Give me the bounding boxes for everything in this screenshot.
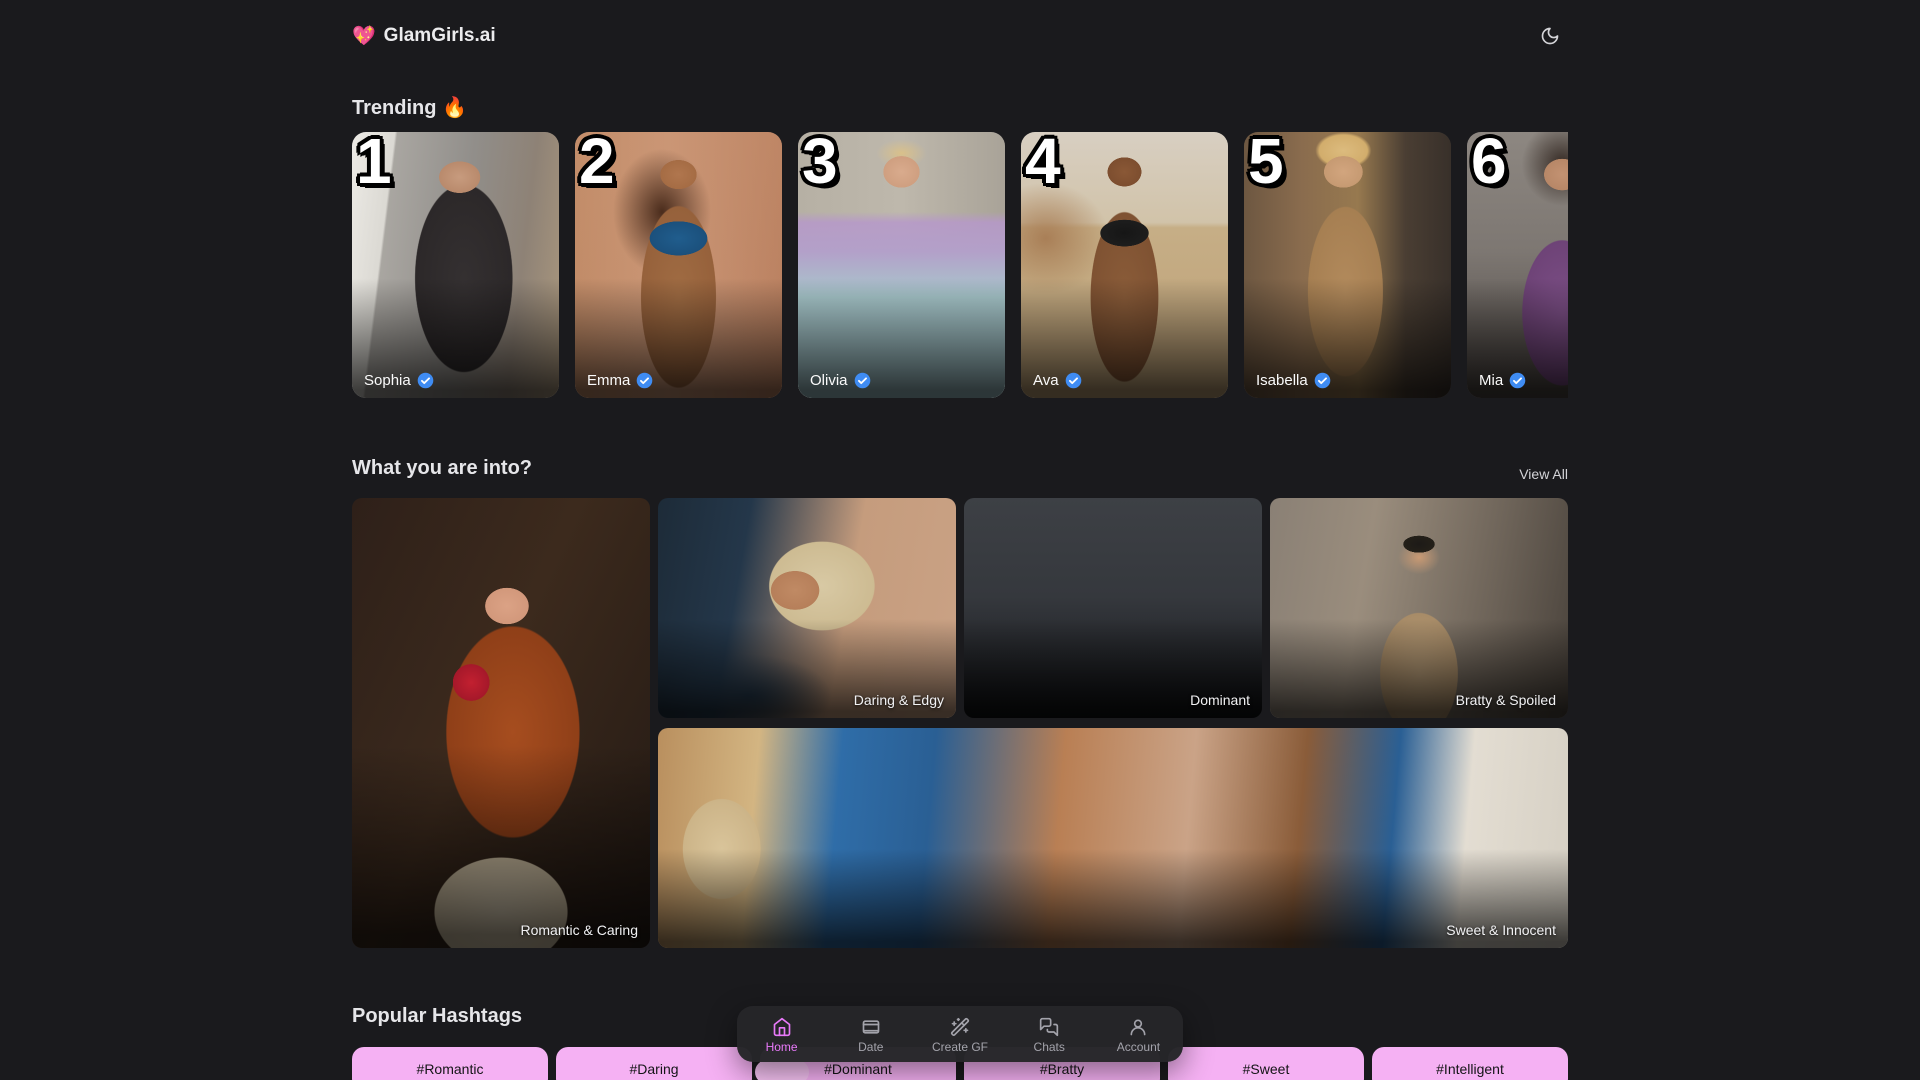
categories-grid: Romantic & Caring Daring & Edgy Dominant… — [352, 498, 1568, 948]
nav-label: Account — [1117, 1040, 1160, 1054]
category-label: Romantic & Caring — [521, 922, 639, 938]
verified-badge-icon — [636, 372, 653, 389]
model-name: Mia — [1479, 372, 1503, 389]
nav-chats[interactable]: Chats — [1005, 1006, 1094, 1062]
categories-heading: What you are into? — [352, 454, 532, 482]
chat-bubbles-icon — [1039, 1017, 1059, 1037]
category-card-bratty[interactable]: Bratty & Spoiled — [1270, 498, 1568, 718]
model-name: Emma — [587, 372, 630, 389]
model-name-row: Sophia — [364, 372, 434, 389]
model-name-row: Emma — [587, 372, 653, 389]
nav-account[interactable]: Account — [1094, 1006, 1183, 1062]
trending-card-emma[interactable]: 2 Emma — [575, 132, 782, 398]
nav-create-gf[interactable]: Create GF — [915, 1006, 1004, 1062]
category-label: Sweet & Innocent — [1446, 922, 1556, 938]
category-card-romantic[interactable]: Romantic & Caring — [352, 498, 650, 948]
trending-rank: 3 — [802, 132, 838, 196]
category-card-sweet[interactable]: Sweet & Innocent — [658, 728, 1568, 948]
trending-card-sophia[interactable]: 1 Sophia — [352, 132, 559, 398]
verified-badge-icon — [854, 372, 871, 389]
active-nav-indicator — [755, 1060, 809, 1080]
verified-badge-icon — [1065, 372, 1082, 389]
verified-badge-icon — [1509, 372, 1526, 389]
date-window-icon — [861, 1017, 881, 1037]
trending-card-olivia[interactable]: 3 Olivia — [798, 132, 1005, 398]
model-name-row: Ava — [1033, 372, 1082, 389]
categories-header: What you are into? View All — [352, 456, 1568, 482]
category-card-dominant[interactable]: Dominant — [964, 498, 1262, 718]
moon-icon — [1540, 26, 1560, 46]
wand-sparkles-icon — [950, 1017, 970, 1037]
trending-row: 1 Sophia 2 Emma 3 Olivia 4 — [352, 132, 1568, 398]
nav-label: Chats — [1034, 1040, 1065, 1054]
bottom-nav: Home Date Create GF Chats — [737, 1006, 1183, 1062]
trending-heading: Trending 🔥 — [352, 94, 1568, 122]
model-name-row: Isabella — [1256, 372, 1331, 389]
category-label: Daring & Edgy — [854, 692, 944, 708]
model-name: Olivia — [810, 372, 848, 389]
nav-label: Home — [766, 1040, 798, 1054]
category-label: Dominant — [1190, 692, 1250, 708]
trending-rank: 2 — [579, 132, 615, 196]
trending-card-ava[interactable]: 4 Ava — [1021, 132, 1228, 398]
hashtag-romantic[interactable]: #Romantic — [352, 1047, 548, 1080]
bottom-nav-wrapper: Home Date Create GF Chats — [737, 1006, 1183, 1062]
app-title: GlamGirls.ai — [384, 25, 496, 47]
trending-card-mia[interactable]: 6 Mia — [1467, 132, 1568, 398]
nav-home[interactable]: Home — [737, 1006, 826, 1062]
hashtag-sweet[interactable]: #Sweet — [1168, 1047, 1364, 1080]
trending-card-isabella[interactable]: 5 Isabella — [1244, 132, 1451, 398]
model-name-row: Mia — [1479, 372, 1526, 389]
theme-toggle-button[interactable] — [1532, 18, 1568, 54]
nav-label: Create GF — [932, 1040, 988, 1054]
model-name: Sophia — [364, 372, 411, 389]
nav-date[interactable]: Date — [826, 1006, 915, 1062]
trending-rank: 5 — [1248, 132, 1284, 196]
hashtag-intelligent[interactable]: #Intelligent — [1372, 1047, 1568, 1080]
app-logo[interactable]: 💖 GlamGirls.ai — [352, 24, 496, 48]
verified-badge-icon — [1314, 372, 1331, 389]
view-all-link[interactable]: View All — [1519, 466, 1568, 482]
trending-rank: 6 — [1471, 132, 1507, 196]
trending-rank: 4 — [1025, 132, 1061, 196]
header: 💖 GlamGirls.ai — [352, 0, 1568, 56]
nav-label: Date — [858, 1040, 883, 1054]
user-icon — [1128, 1017, 1148, 1037]
hashtag-daring[interactable]: #Daring — [556, 1047, 752, 1080]
home-icon — [772, 1017, 792, 1037]
page-container: 💖 GlamGirls.ai Trending 🔥 1 Sophia 2 Emm… — [352, 0, 1568, 1080]
heart-icon: 💖 — [352, 24, 376, 48]
category-card-daring[interactable]: Daring & Edgy — [658, 498, 956, 718]
model-name: Isabella — [1256, 372, 1308, 389]
verified-badge-icon — [417, 372, 434, 389]
model-name: Ava — [1033, 372, 1059, 389]
model-name-row: Olivia — [810, 372, 871, 389]
category-label: Bratty & Spoiled — [1456, 692, 1556, 708]
trending-rank: 1 — [356, 132, 392, 196]
